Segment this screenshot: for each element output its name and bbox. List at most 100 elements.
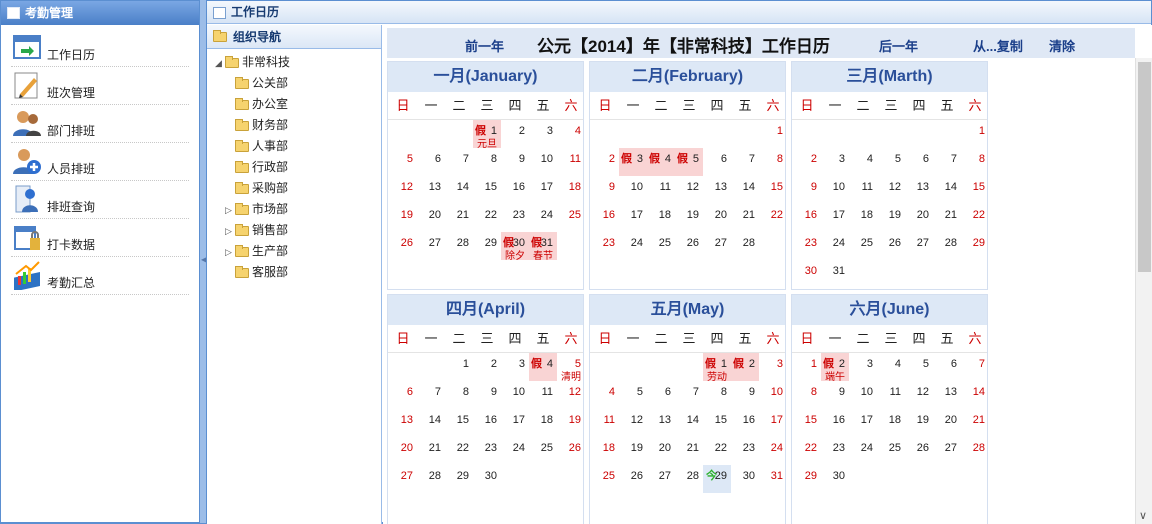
day-cell[interactable]: 10	[619, 176, 647, 204]
day-cell[interactable]: 1	[961, 120, 987, 148]
day-cell[interactable]: 假 1 元旦	[473, 120, 501, 150]
day-cell[interactable]: 4	[849, 148, 877, 176]
day-cell[interactable]: 26	[619, 465, 647, 493]
day-cell[interactable]: 20	[389, 437, 417, 465]
menu-item[interactable]: 班次管理	[11, 67, 189, 105]
day-cell[interactable]: 25	[647, 232, 675, 260]
day-cell[interactable]: 4	[557, 120, 583, 148]
day-cell[interactable]: 1	[445, 353, 473, 381]
day-cell[interactable]: 24	[849, 437, 877, 465]
day-cell[interactable]: 6	[703, 148, 731, 176]
menu-item[interactable]: 工作日历	[11, 29, 189, 67]
day-cell[interactable]: 9	[821, 381, 849, 409]
day-cell[interactable]: 13	[389, 409, 417, 437]
day-cell[interactable]: 25	[529, 437, 557, 465]
day-cell[interactable]: 16	[821, 409, 849, 437]
day-cell[interactable]: 12	[877, 176, 905, 204]
day-cell[interactable]: 2	[473, 353, 501, 381]
day-cell[interactable]: 15	[473, 176, 501, 204]
clear-button[interactable]: 清除	[1049, 36, 1075, 55]
day-cell[interactable]: 7	[417, 381, 445, 409]
day-cell[interactable]: 假 31 春节	[529, 232, 557, 262]
day-cell[interactable]: 17	[529, 176, 557, 204]
day-cell[interactable]: 21	[417, 437, 445, 465]
tree-node[interactable]: 人事部	[225, 137, 288, 155]
day-cell[interactable]: 假3	[619, 148, 647, 176]
day-cell[interactable]: 20	[703, 204, 731, 232]
scroll-down-icon[interactable]: ∨	[1139, 509, 1147, 522]
day-cell[interactable]: 31	[821, 260, 849, 288]
day-cell[interactable]: 今 29	[703, 465, 731, 493]
day-cell[interactable]: 14	[417, 409, 445, 437]
copy-from-button[interactable]: 从...复制	[973, 36, 1023, 55]
day-cell[interactable]: 25	[591, 465, 619, 493]
day-cell[interactable]: 13	[905, 176, 933, 204]
day-cell[interactable]: 2	[591, 148, 619, 176]
day-cell[interactable]: 15	[445, 409, 473, 437]
day-cell[interactable]: 24	[619, 232, 647, 260]
day-cell[interactable]: 18	[557, 176, 583, 204]
day-cell[interactable]: 22	[703, 437, 731, 465]
day-cell[interactable]: 3	[759, 353, 785, 381]
day-cell[interactable]: 26	[905, 437, 933, 465]
day-cell[interactable]: 7	[675, 381, 703, 409]
tree-node[interactable]: ▷ 市场部	[225, 200, 288, 218]
day-cell[interactable]: 26	[675, 232, 703, 260]
day-cell[interactable]: 假 2 端午	[821, 353, 849, 383]
day-cell[interactable]: 14	[445, 176, 473, 204]
day-cell[interactable]: 5	[619, 381, 647, 409]
scrollbar-thumb[interactable]	[1138, 62, 1151, 272]
day-cell[interactable]: 1	[759, 120, 785, 148]
day-cell[interactable]: 27	[647, 465, 675, 493]
day-cell[interactable]: 14	[933, 176, 961, 204]
day-cell[interactable]: 18	[529, 409, 557, 437]
day-cell[interactable]: 15	[703, 409, 731, 437]
day-cell[interactable]: 26	[389, 232, 417, 260]
day-cell[interactable]: 9	[591, 176, 619, 204]
day-cell[interactable]: 30	[731, 465, 759, 493]
day-cell[interactable]: 10	[529, 148, 557, 176]
day-cell[interactable]: 18	[591, 437, 619, 465]
tree-root[interactable]: ◢ 非常科技	[215, 53, 290, 71]
day-cell[interactable]: 17	[619, 204, 647, 232]
day-cell[interactable]: 8	[793, 381, 821, 409]
day-cell[interactable]: 3	[529, 120, 557, 148]
day-cell[interactable]: 16	[591, 204, 619, 232]
day-cell[interactable]: 20	[647, 437, 675, 465]
day-cell[interactable]: 15	[961, 176, 987, 204]
day-cell[interactable]: 28	[961, 437, 987, 465]
day-cell[interactable]: 23	[821, 437, 849, 465]
day-cell[interactable]: 11	[557, 148, 583, 176]
expanded-icon[interactable]: ◢	[215, 54, 225, 72]
day-cell[interactable]: 10	[501, 381, 529, 409]
day-cell[interactable]: 5	[389, 148, 417, 176]
day-cell[interactable]: 23	[731, 437, 759, 465]
day-cell[interactable]: 22	[759, 204, 785, 232]
day-cell[interactable]: 21	[731, 204, 759, 232]
day-cell[interactable]: 6	[389, 381, 417, 409]
day-cell[interactable]: 29	[793, 465, 821, 493]
day-cell[interactable]: 27	[417, 232, 445, 260]
day-cell[interactable]: 假4	[529, 353, 557, 381]
day-cell[interactable]: 30	[473, 465, 501, 493]
day-cell[interactable]: 14	[675, 409, 703, 437]
day-cell[interactable]: 25	[849, 232, 877, 260]
day-cell[interactable]: 22	[793, 437, 821, 465]
day-cell[interactable]: 26	[557, 437, 583, 465]
day-cell[interactable]: 8	[759, 148, 785, 176]
day-cell[interactable]: 1	[793, 353, 821, 381]
day-cell[interactable]: 27	[933, 437, 961, 465]
day-cell[interactable]: 4	[877, 353, 905, 381]
day-cell[interactable]: 22	[445, 437, 473, 465]
day-cell[interactable]: 2	[793, 148, 821, 176]
day-cell[interactable]: 11	[849, 176, 877, 204]
day-cell[interactable]: 18	[877, 409, 905, 437]
day-cell[interactable]: 16	[473, 409, 501, 437]
day-cell[interactable]: 13	[417, 176, 445, 204]
day-cell[interactable]: 5	[877, 148, 905, 176]
day-cell[interactable]: 11	[647, 176, 675, 204]
day-cell[interactable]: 6	[905, 148, 933, 176]
tree-node[interactable]: ▷ 销售部	[225, 221, 288, 239]
day-cell[interactable]: 13	[703, 176, 731, 204]
day-cell[interactable]: 18	[849, 204, 877, 232]
